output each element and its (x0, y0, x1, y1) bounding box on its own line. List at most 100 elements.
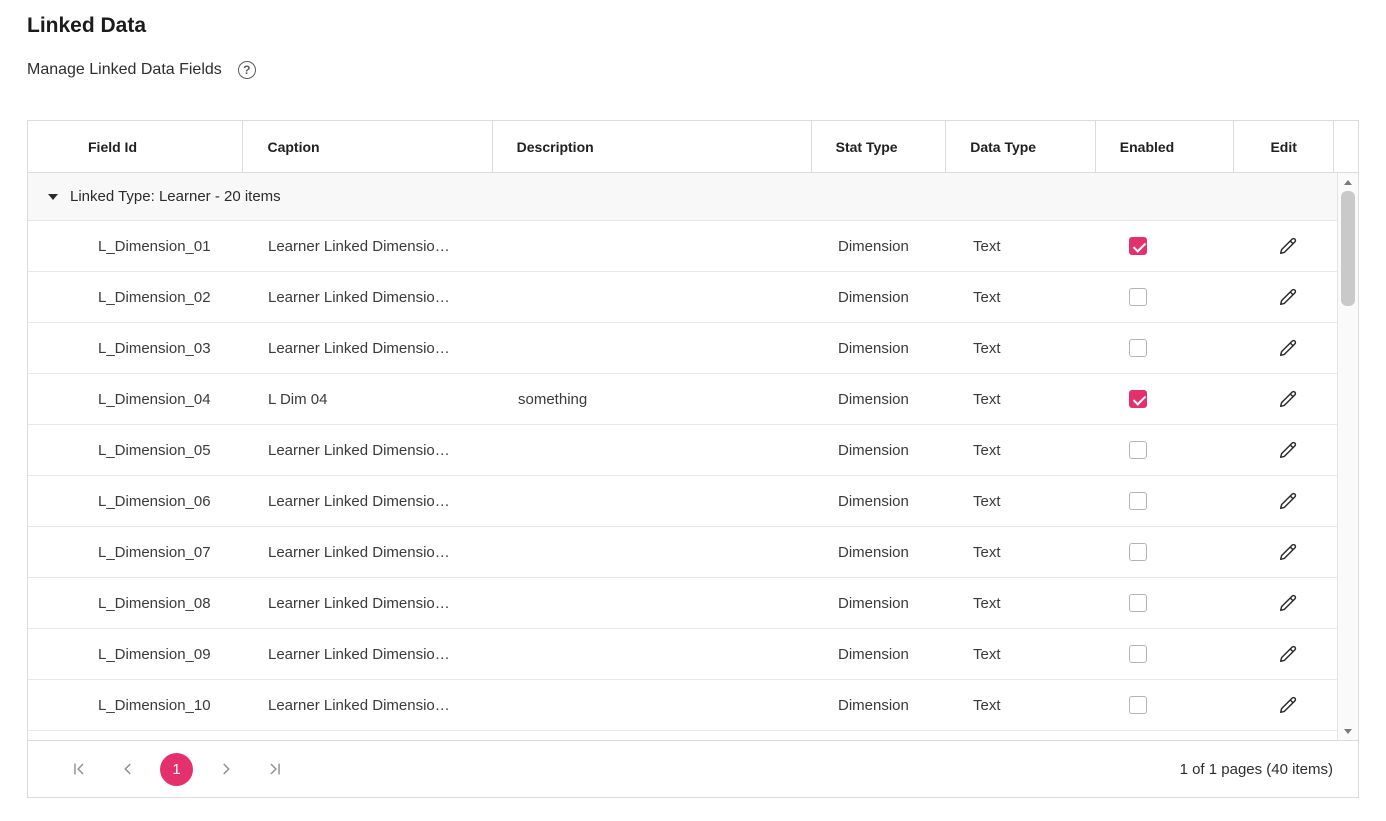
column-header-edit[interactable]: Edit (1234, 121, 1335, 172)
cell-data-type: Text (973, 492, 1001, 510)
header-spacer (1334, 121, 1358, 172)
column-header-description[interactable]: Description (493, 121, 812, 172)
cell-field-id: L_Dimension_06 (98, 492, 211, 510)
cell-data-type: Text (973, 237, 1001, 255)
cell-enabled (1099, 441, 1238, 459)
cell-enabled (1099, 645, 1238, 663)
cell-stat-type: Dimension (838, 696, 909, 714)
enabled-checkbox[interactable] (1129, 594, 1147, 612)
cell-field-id: L_Dimension_04 (98, 390, 211, 408)
help-icon[interactable]: ? (237, 61, 256, 79)
next-page-button[interactable] (209, 753, 242, 786)
cell-data-type: Text (973, 594, 1001, 612)
edit-button[interactable] (1271, 433, 1305, 467)
page-title: Linked Data (27, 14, 147, 37)
column-header-field-id[interactable]: Field Id (28, 121, 244, 172)
cell-edit (1238, 688, 1338, 722)
cell-enabled (1099, 543, 1238, 561)
edit-button[interactable] (1271, 229, 1305, 263)
previous-page-icon (123, 763, 131, 775)
enabled-checkbox[interactable] (1129, 441, 1147, 459)
cell-edit (1238, 229, 1338, 263)
edit-button[interactable] (1271, 688, 1305, 722)
grid-body: Linked Type: Learner - 20 items L_Dimens… (28, 173, 1358, 740)
edit-button[interactable] (1271, 484, 1305, 518)
cell-edit (1238, 331, 1338, 365)
cell-stat-type: Dimension (838, 339, 909, 357)
edit-button[interactable] (1271, 586, 1305, 620)
enabled-checkbox[interactable] (1129, 696, 1147, 714)
table-row: L_Dimension_01 Learner Linked Dimensio… … (28, 221, 1358, 272)
cell-data-type: Text (973, 645, 1001, 663)
pager: 1 1 of 1 pages (40 items) (28, 740, 1358, 797)
cell-edit (1238, 586, 1338, 620)
cell-caption: Learner Linked Dimensio… (268, 696, 450, 714)
table-row: L_Dimension_04 L Dim 04 something Dimens… (28, 374, 1358, 425)
cell-data-type: Text (973, 288, 1001, 306)
cell-data-type: Text (973, 339, 1001, 357)
cell-caption: Learner Linked Dimensio… (268, 645, 450, 663)
pencil-icon (1279, 645, 1297, 663)
group-row: Linked Type: Learner - 20 items (28, 173, 1358, 221)
grid-header: Field Id Caption Description Stat Type D… (28, 121, 1358, 173)
table-row: L_Dimension_02 Learner Linked Dimensio… … (28, 272, 1358, 323)
enabled-checkbox[interactable] (1129, 288, 1147, 306)
pencil-icon (1279, 288, 1297, 306)
table-row: L_Dimension_09 Learner Linked Dimensio… … (28, 629, 1358, 680)
cell-edit (1238, 637, 1338, 671)
pencil-icon (1279, 543, 1297, 561)
cell-caption: Learner Linked Dimensio… (268, 441, 450, 459)
table-row: L_Dimension_06 Learner Linked Dimensio… … (28, 476, 1358, 527)
enabled-checkbox[interactable] (1129, 492, 1147, 510)
cell-edit (1238, 433, 1338, 467)
cell-field-id: L_Dimension_08 (98, 594, 211, 612)
enabled-checkbox[interactable] (1129, 390, 1147, 408)
cell-enabled (1099, 390, 1238, 408)
edit-button[interactable] (1271, 535, 1305, 569)
cell-edit (1238, 382, 1338, 416)
first-page-button[interactable] (62, 753, 95, 786)
cell-field-id: L_Dimension_03 (98, 339, 211, 357)
enabled-checkbox[interactable] (1129, 339, 1147, 357)
edit-button[interactable] (1271, 637, 1305, 671)
cell-edit (1238, 280, 1338, 314)
scroll-up-icon[interactable] (1338, 173, 1358, 191)
cell-caption: Learner Linked Dimensio… (268, 339, 450, 357)
cell-enabled (1099, 339, 1238, 357)
cell-stat-type: Dimension (838, 237, 909, 255)
column-header-enabled[interactable]: Enabled (1096, 121, 1235, 172)
collapse-group-icon[interactable] (48, 193, 58, 200)
page-number-button[interactable]: 1 (160, 752, 193, 786)
pager-buttons: 1 (62, 752, 291, 786)
vertical-scrollbar[interactable] (1337, 173, 1358, 740)
cell-stat-type: Dimension (838, 288, 909, 306)
cell-edit (1238, 535, 1338, 569)
cell-stat-type: Dimension (838, 543, 909, 561)
pencil-icon (1279, 339, 1297, 357)
cell-field-id: L_Dimension_07 (98, 543, 211, 561)
edit-button[interactable] (1271, 382, 1305, 416)
enabled-checkbox[interactable] (1129, 645, 1147, 663)
cell-enabled (1099, 492, 1238, 510)
scroll-down-icon[interactable] (1338, 722, 1358, 740)
edit-button[interactable] (1271, 331, 1305, 365)
column-header-caption[interactable]: Caption (243, 121, 493, 172)
last-page-button[interactable] (258, 753, 291, 786)
cell-stat-type: Dimension (838, 594, 909, 612)
pencil-icon (1279, 492, 1297, 510)
page-subtitle: Manage Linked Data Fields (27, 61, 222, 78)
enabled-checkbox[interactable] (1129, 237, 1147, 255)
edit-button[interactable] (1271, 280, 1305, 314)
cell-data-type: Text (973, 543, 1001, 561)
previous-page-button[interactable] (111, 753, 144, 786)
subtitle-row: Manage Linked Data Fields ? (27, 61, 1359, 79)
cell-description: something (518, 390, 588, 408)
column-header-stat-type[interactable]: Stat Type (812, 121, 947, 172)
cell-caption: L Dim 04 (268, 390, 328, 408)
scrollbar-thumb[interactable] (1341, 191, 1355, 306)
enabled-checkbox[interactable] (1129, 543, 1147, 561)
last-page-icon (269, 763, 280, 775)
cell-edit (1238, 484, 1338, 518)
cell-caption: Learner Linked Dimensio… (268, 543, 450, 561)
column-header-data-type[interactable]: Data Type (946, 121, 1096, 172)
